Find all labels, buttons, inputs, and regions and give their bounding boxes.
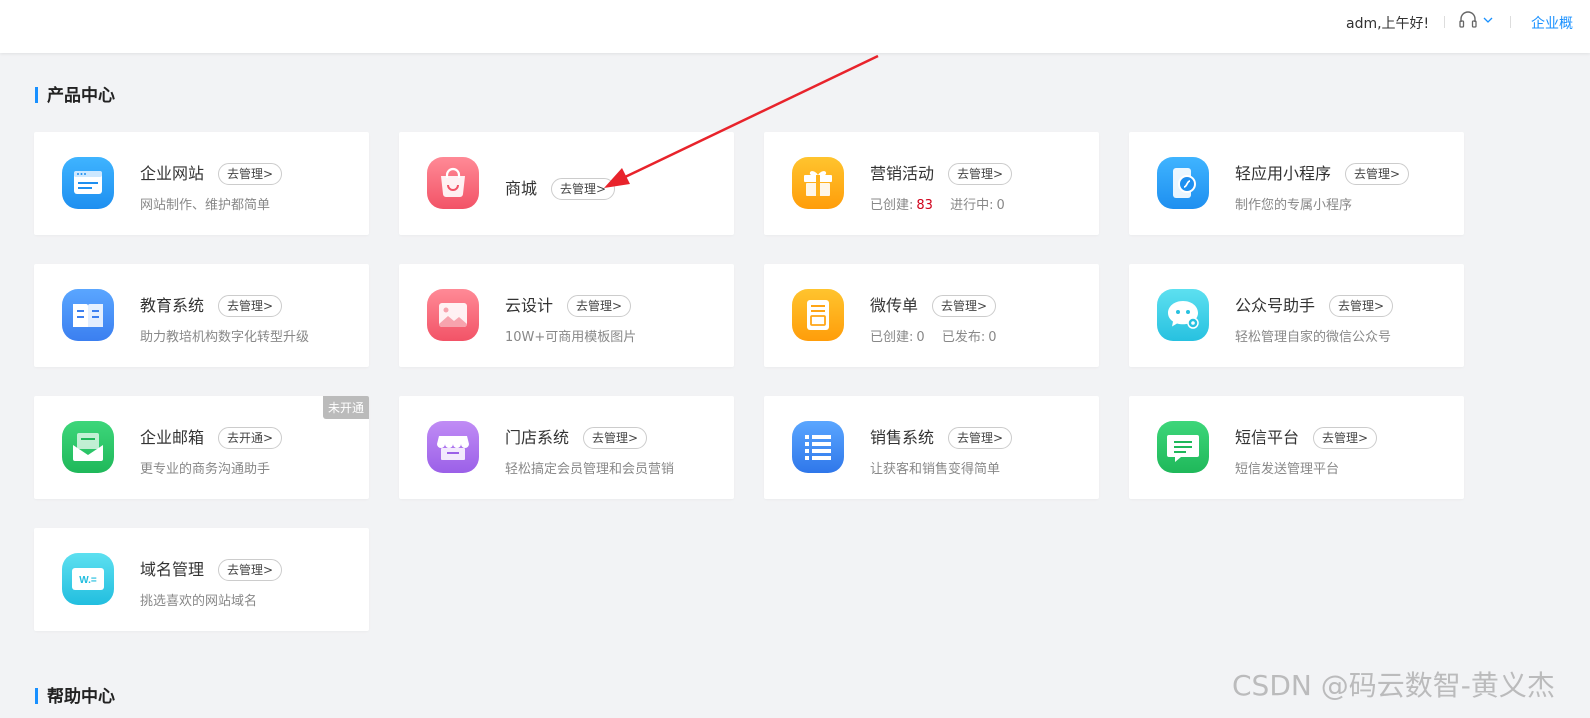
product-name: 企业邮箱: [140, 428, 205, 447]
product-desc: 10W+可商用模板图片: [505, 330, 637, 345]
watermark-text: CSDN @码云数智-黄义杰: [1232, 669, 1555, 702]
stat-label: 已创建:: [870, 198, 914, 213]
section-marker: [35, 87, 38, 103]
manage-button[interactable]: 去管理>: [218, 163, 283, 185]
product-card-sales: 销售系统 去管理> 让获客和销售变得简单: [764, 396, 1099, 499]
product-desc: 网站制作、维护都简单: [140, 198, 271, 213]
divider: [1444, 16, 1445, 28]
manage-button[interactable]: 去管理>: [948, 427, 1013, 449]
stat-label: 已创建:: [870, 330, 914, 345]
product-card-wechat-assistant: 公众号助手 去管理> 轻松管理自家的微信公众号: [1129, 264, 1464, 367]
product-card-mall: 商城 去管理>: [399, 132, 734, 235]
product-card-flyer: 微传单 去管理> 已创建: 0 已发布: 0: [764, 264, 1099, 367]
product-card-cloud-design: 云设计 去管理> 10W+可商用模板图片: [399, 264, 734, 367]
manage-button[interactable]: 去管理>: [218, 559, 283, 581]
stat-value: 83: [916, 198, 933, 213]
book-icon: [62, 289, 114, 341]
product-card-website: 企业网站 去管理> 网站制作、维护都简单: [34, 132, 369, 235]
greeting-text: adm,上午好!: [1346, 16, 1430, 32]
product-card-mini-program: 轻应用小程序 去管理> 制作您的专属小程序: [1129, 132, 1464, 235]
customer-service-button[interactable]: [1458, 10, 1498, 32]
product-desc: 短信发送管理平台: [1235, 462, 1340, 477]
product-stats: 已创建: 83 进行中: 0: [870, 194, 1008, 213]
product-desc: 制作您的专属小程序: [1235, 198, 1353, 213]
manage-button[interactable]: 去管理>: [1313, 427, 1378, 449]
store-icon: [427, 421, 479, 473]
product-card-education: 教育系统 去管理> 助力教培机构数字化转型升级: [34, 264, 369, 367]
product-name: 云设计: [505, 296, 554, 315]
mini-program-icon: [1157, 157, 1209, 209]
manage-button[interactable]: 去管理>: [1329, 295, 1394, 317]
wechat-icon: [1157, 289, 1209, 341]
section-title-help: 帮助中心: [35, 682, 115, 707]
list-icon: [792, 421, 844, 473]
not-activated-badge: 未开通: [322, 396, 369, 419]
product-card-store: 门店系统 去管理> 轻松搞定会员管理和会员营销: [399, 396, 734, 499]
product-name: 营销活动: [870, 164, 935, 183]
product-card-marketing: 营销活动 去管理> 已创建: 83 进行中: 0: [764, 132, 1099, 235]
top-bar: adm,上午好! 企业概: [0, 0, 1590, 53]
product-desc: 更专业的商务沟通助手: [140, 462, 271, 477]
company-overview-link[interactable]: 企业概: [1531, 13, 1573, 33]
image-icon: [427, 289, 479, 341]
section-title-products: 产品中心: [35, 81, 115, 106]
product-name: 教育系统: [140, 296, 205, 315]
gift-icon: [792, 157, 844, 209]
section-marker: [35, 688, 38, 704]
stat-label: 进行中:: [950, 198, 994, 213]
manage-button[interactable]: 去管理>: [932, 295, 997, 317]
product-name: 轻应用小程序: [1235, 164, 1332, 183]
stat-label: 已发布:: [941, 330, 986, 345]
product-desc: 挑选喜欢的网站域名: [140, 594, 258, 609]
manage-button[interactable]: 去管理>: [218, 295, 283, 317]
manage-button[interactable]: 去管理>: [1345, 163, 1410, 185]
product-desc: 让获客和销售变得简单: [870, 462, 1001, 477]
manage-button[interactable]: 去管理>: [551, 178, 616, 200]
shopping-bag-icon: [427, 157, 479, 209]
manage-button[interactable]: 去管理>: [567, 295, 632, 317]
flyer-icon: [792, 289, 844, 341]
website-icon: [62, 157, 114, 209]
domain-icon: W.=: [62, 553, 114, 605]
product-name: 门店系统: [505, 428, 570, 447]
manage-button[interactable]: 去管理>: [948, 163, 1013, 185]
product-card-sms: 短信平台 去管理> 短信发送管理平台: [1129, 396, 1464, 499]
product-name: 微传单: [870, 296, 919, 315]
headset-icon: [1459, 11, 1493, 28]
product-name: 域名管理: [140, 560, 205, 579]
product-name: 企业网站: [140, 164, 205, 183]
product-name: 短信平台: [1235, 428, 1300, 447]
stat-value: 0: [916, 330, 925, 345]
mail-icon: [62, 421, 114, 473]
divider: [1510, 16, 1511, 28]
product-card-domain: W.= 域名管理 去管理> 挑选喜欢的网站域名: [34, 528, 369, 631]
stat-value: 0: [988, 330, 997, 345]
sms-icon: [1157, 421, 1209, 473]
product-desc: 助力教培机构数字化转型升级: [140, 330, 310, 345]
stat-value: 0: [996, 198, 1005, 213]
product-name: 销售系统: [870, 428, 935, 447]
product-name: 商城: [505, 179, 538, 198]
activate-button[interactable]: 去开通>: [218, 427, 283, 449]
manage-button[interactable]: 去管理>: [583, 427, 648, 449]
product-card-email: 未开通 企业邮箱 去开通> 更专业的商务沟通助手: [34, 396, 369, 499]
svg-text:W.=: W.=: [79, 575, 97, 586]
product-desc: 轻松搞定会员管理和会员营销: [505, 462, 675, 477]
product-name: 公众号助手: [1235, 296, 1316, 315]
product-desc: 轻松管理自家的微信公众号: [1235, 330, 1392, 345]
product-stats: 已创建: 0 已发布: 0: [870, 326, 999, 345]
